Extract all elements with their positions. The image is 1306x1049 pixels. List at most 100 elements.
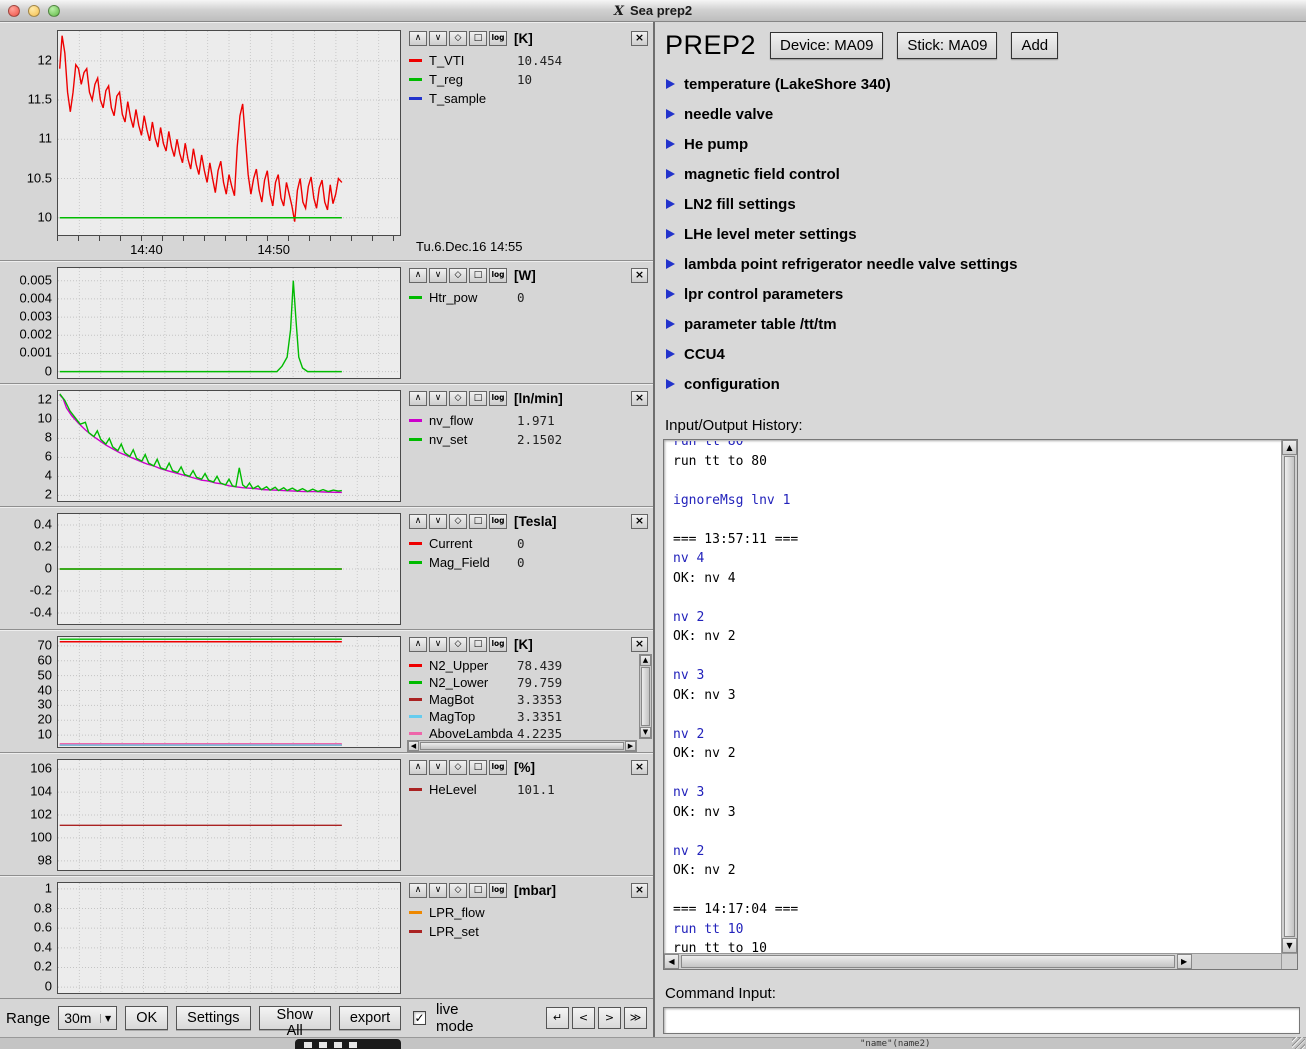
legend-item[interactable]: N2_Upper78.439 <box>409 657 653 674</box>
scale-up-button[interactable]: ∧ <box>409 31 427 46</box>
plot-canvas-temperature[interactable] <box>57 30 401 236</box>
scroll-right-arrow[interactable]: ▶ <box>625 741 636 751</box>
legend-vertical-scrollbar[interactable]: ▲ ▼ <box>639 654 652 739</box>
close-plot-button[interactable]: × <box>631 637 648 652</box>
legend-item[interactable]: nv_flow1.971 <box>409 411 653 430</box>
autoscale-button[interactable]: ◇ <box>449 268 467 283</box>
legend-item[interactable]: MagTop3.3351 <box>409 708 653 725</box>
plot-canvas-lpr[interactable] <box>57 882 401 994</box>
log-scale-button[interactable]: log <box>489 31 507 46</box>
plot-canvas-heater-power[interactable] <box>57 267 401 379</box>
zoom-button[interactable]: □ <box>469 391 487 406</box>
zoom-button[interactable]: □ <box>469 883 487 898</box>
nav-next-button[interactable]: > <box>598 1007 621 1029</box>
log-scale-button[interactable]: log <box>489 268 507 283</box>
legend-item[interactable]: HeLevel101.1 <box>409 780 653 799</box>
autoscale-button[interactable]: ◇ <box>449 883 467 898</box>
autoscale-button[interactable]: ◇ <box>449 31 467 46</box>
scrollbar-thumb[interactable] <box>681 955 1175 968</box>
autoscale-button[interactable]: ◇ <box>449 760 467 775</box>
zoom-button[interactable]: □ <box>469 760 487 775</box>
legend-item[interactable]: nv_set2.1502 <box>409 430 653 449</box>
scale-up-button[interactable]: ∧ <box>409 637 427 652</box>
legend-horizontal-scrollbar[interactable]: ◀ ▶ <box>407 740 637 752</box>
tree-item-needle-valve[interactable]: needle valve <box>655 99 1306 129</box>
close-plot-button[interactable]: × <box>631 514 648 529</box>
legend-item[interactable]: MagBot3.3353 <box>409 691 653 708</box>
scale-down-button[interactable]: ∨ <box>429 514 447 529</box>
scroll-left-arrow[interactable]: ◀ <box>408 741 419 751</box>
ok-button[interactable]: OK <box>125 1006 168 1030</box>
legend-item[interactable]: Current0 <box>409 534 653 553</box>
scale-up-button[interactable]: ∧ <box>409 883 427 898</box>
plot-canvas-cryo-temperatures[interactable] <box>57 636 401 748</box>
scale-down-button[interactable]: ∨ <box>429 637 447 652</box>
legend-item[interactable]: Mag_Field0 <box>409 553 653 572</box>
log-scale-button[interactable]: log <box>489 514 507 529</box>
plot-canvas-nv-flow[interactable] <box>57 390 401 502</box>
scale-down-button[interactable]: ∨ <box>429 883 447 898</box>
settings-button[interactable]: Settings <box>176 1006 250 1030</box>
scale-up-button[interactable]: ∧ <box>409 760 427 775</box>
tree-item-he-pump[interactable]: He pump <box>655 129 1306 159</box>
legend-item[interactable]: T_VTI10.454 <box>409 51 653 70</box>
close-plot-button[interactable]: × <box>631 268 648 283</box>
close-plot-button[interactable]: × <box>631 391 648 406</box>
tree-item-lambda-point[interactable]: lambda point refrigerator needle valve s… <box>655 249 1306 279</box>
tree-item-temperature[interactable]: temperature (LakeShore 340) <box>655 69 1306 99</box>
zoom-button[interactable]: □ <box>469 31 487 46</box>
scroll-left-arrow[interactable]: ◀ <box>664 954 679 969</box>
scale-up-button[interactable]: ∧ <box>409 391 427 406</box>
nav-end-button[interactable]: ≫ <box>624 1007 647 1029</box>
log-scale-button[interactable]: log <box>489 637 507 652</box>
legend-item[interactable]: Htr_pow0 <box>409 288 653 307</box>
nav-prev-button[interactable]: < <box>572 1007 595 1029</box>
scroll-down-arrow[interactable]: ▼ <box>640 727 651 738</box>
scale-down-button[interactable]: ∨ <box>429 268 447 283</box>
io-vertical-scrollbar[interactable]: ▲ ▼ <box>1281 440 1297 953</box>
io-history-box[interactable]: run tt 80run tt to 80 ignoreMsg lnv 1 ==… <box>663 439 1298 970</box>
scale-up-button[interactable]: ∧ <box>409 268 427 283</box>
scale-down-button[interactable]: ∨ <box>429 760 447 775</box>
scale-down-button[interactable]: ∨ <box>429 391 447 406</box>
scale-up-button[interactable]: ∧ <box>409 514 427 529</box>
show-all-button[interactable]: Show All <box>259 1006 331 1030</box>
autoscale-button[interactable]: ◇ <box>449 514 467 529</box>
tree-item-ccu4[interactable]: CCU4 <box>655 339 1306 369</box>
autoscale-button[interactable]: ◇ <box>449 391 467 406</box>
zoom-button[interactable]: □ <box>469 268 487 283</box>
close-plot-button[interactable]: × <box>631 883 648 898</box>
nav-jump-latest-button[interactable]: ↵ <box>546 1007 569 1029</box>
tree-item-configuration[interactable]: configuration <box>655 369 1306 399</box>
log-scale-button[interactable]: log <box>489 391 507 406</box>
io-history-text[interactable]: run tt 80run tt to 80 ignoreMsg lnv 1 ==… <box>665 441 1280 952</box>
io-horizontal-scrollbar[interactable]: ◀ ▶ <box>664 953 1281 969</box>
legend-item[interactable]: LPR_flow <box>409 903 653 922</box>
plot-canvas-helium-level[interactable] <box>57 759 401 871</box>
scrollbar-thumb[interactable] <box>641 667 650 726</box>
minimize-window-button[interactable] <box>28 5 40 17</box>
close-plot-button[interactable]: × <box>631 31 648 46</box>
zoom-button[interactable]: □ <box>469 514 487 529</box>
export-button[interactable]: export <box>339 1006 401 1030</box>
scroll-up-arrow[interactable]: ▲ <box>640 655 651 666</box>
tree-item-ln2-fill[interactable]: LN2 fill settings <box>655 189 1306 219</box>
live-mode-checkbox[interactable]: ✓ <box>413 1011 426 1025</box>
zoom-button[interactable]: □ <box>469 637 487 652</box>
stick-button[interactable]: Stick: MA09 <box>897 32 997 59</box>
plot-canvas-magnet[interactable] <box>57 513 401 625</box>
zoom-window-button[interactable] <box>48 5 60 17</box>
close-plot-button[interactable]: × <box>631 760 648 775</box>
tree-item-magnetic-field[interactable]: magnetic field control <box>655 159 1306 189</box>
device-button[interactable]: Device: MA09 <box>770 32 883 59</box>
scroll-up-arrow[interactable]: ▲ <box>1282 440 1297 455</box>
resize-grip-icon[interactable] <box>1292 1037 1305 1049</box>
tree-item-lhe-level-meter[interactable]: LHe level meter settings <box>655 219 1306 249</box>
scroll-down-arrow[interactable]: ▼ <box>1282 938 1297 953</box>
legend-item[interactable]: LPR_set <box>409 922 653 941</box>
legend-item[interactable]: T_sample <box>409 89 653 108</box>
scrollbar-thumb[interactable] <box>420 742 624 750</box>
tree-item-parameter-table[interactable]: parameter table /tt/tm <box>655 309 1306 339</box>
scale-down-button[interactable]: ∨ <box>429 31 447 46</box>
command-input[interactable] <box>663 1007 1300 1034</box>
